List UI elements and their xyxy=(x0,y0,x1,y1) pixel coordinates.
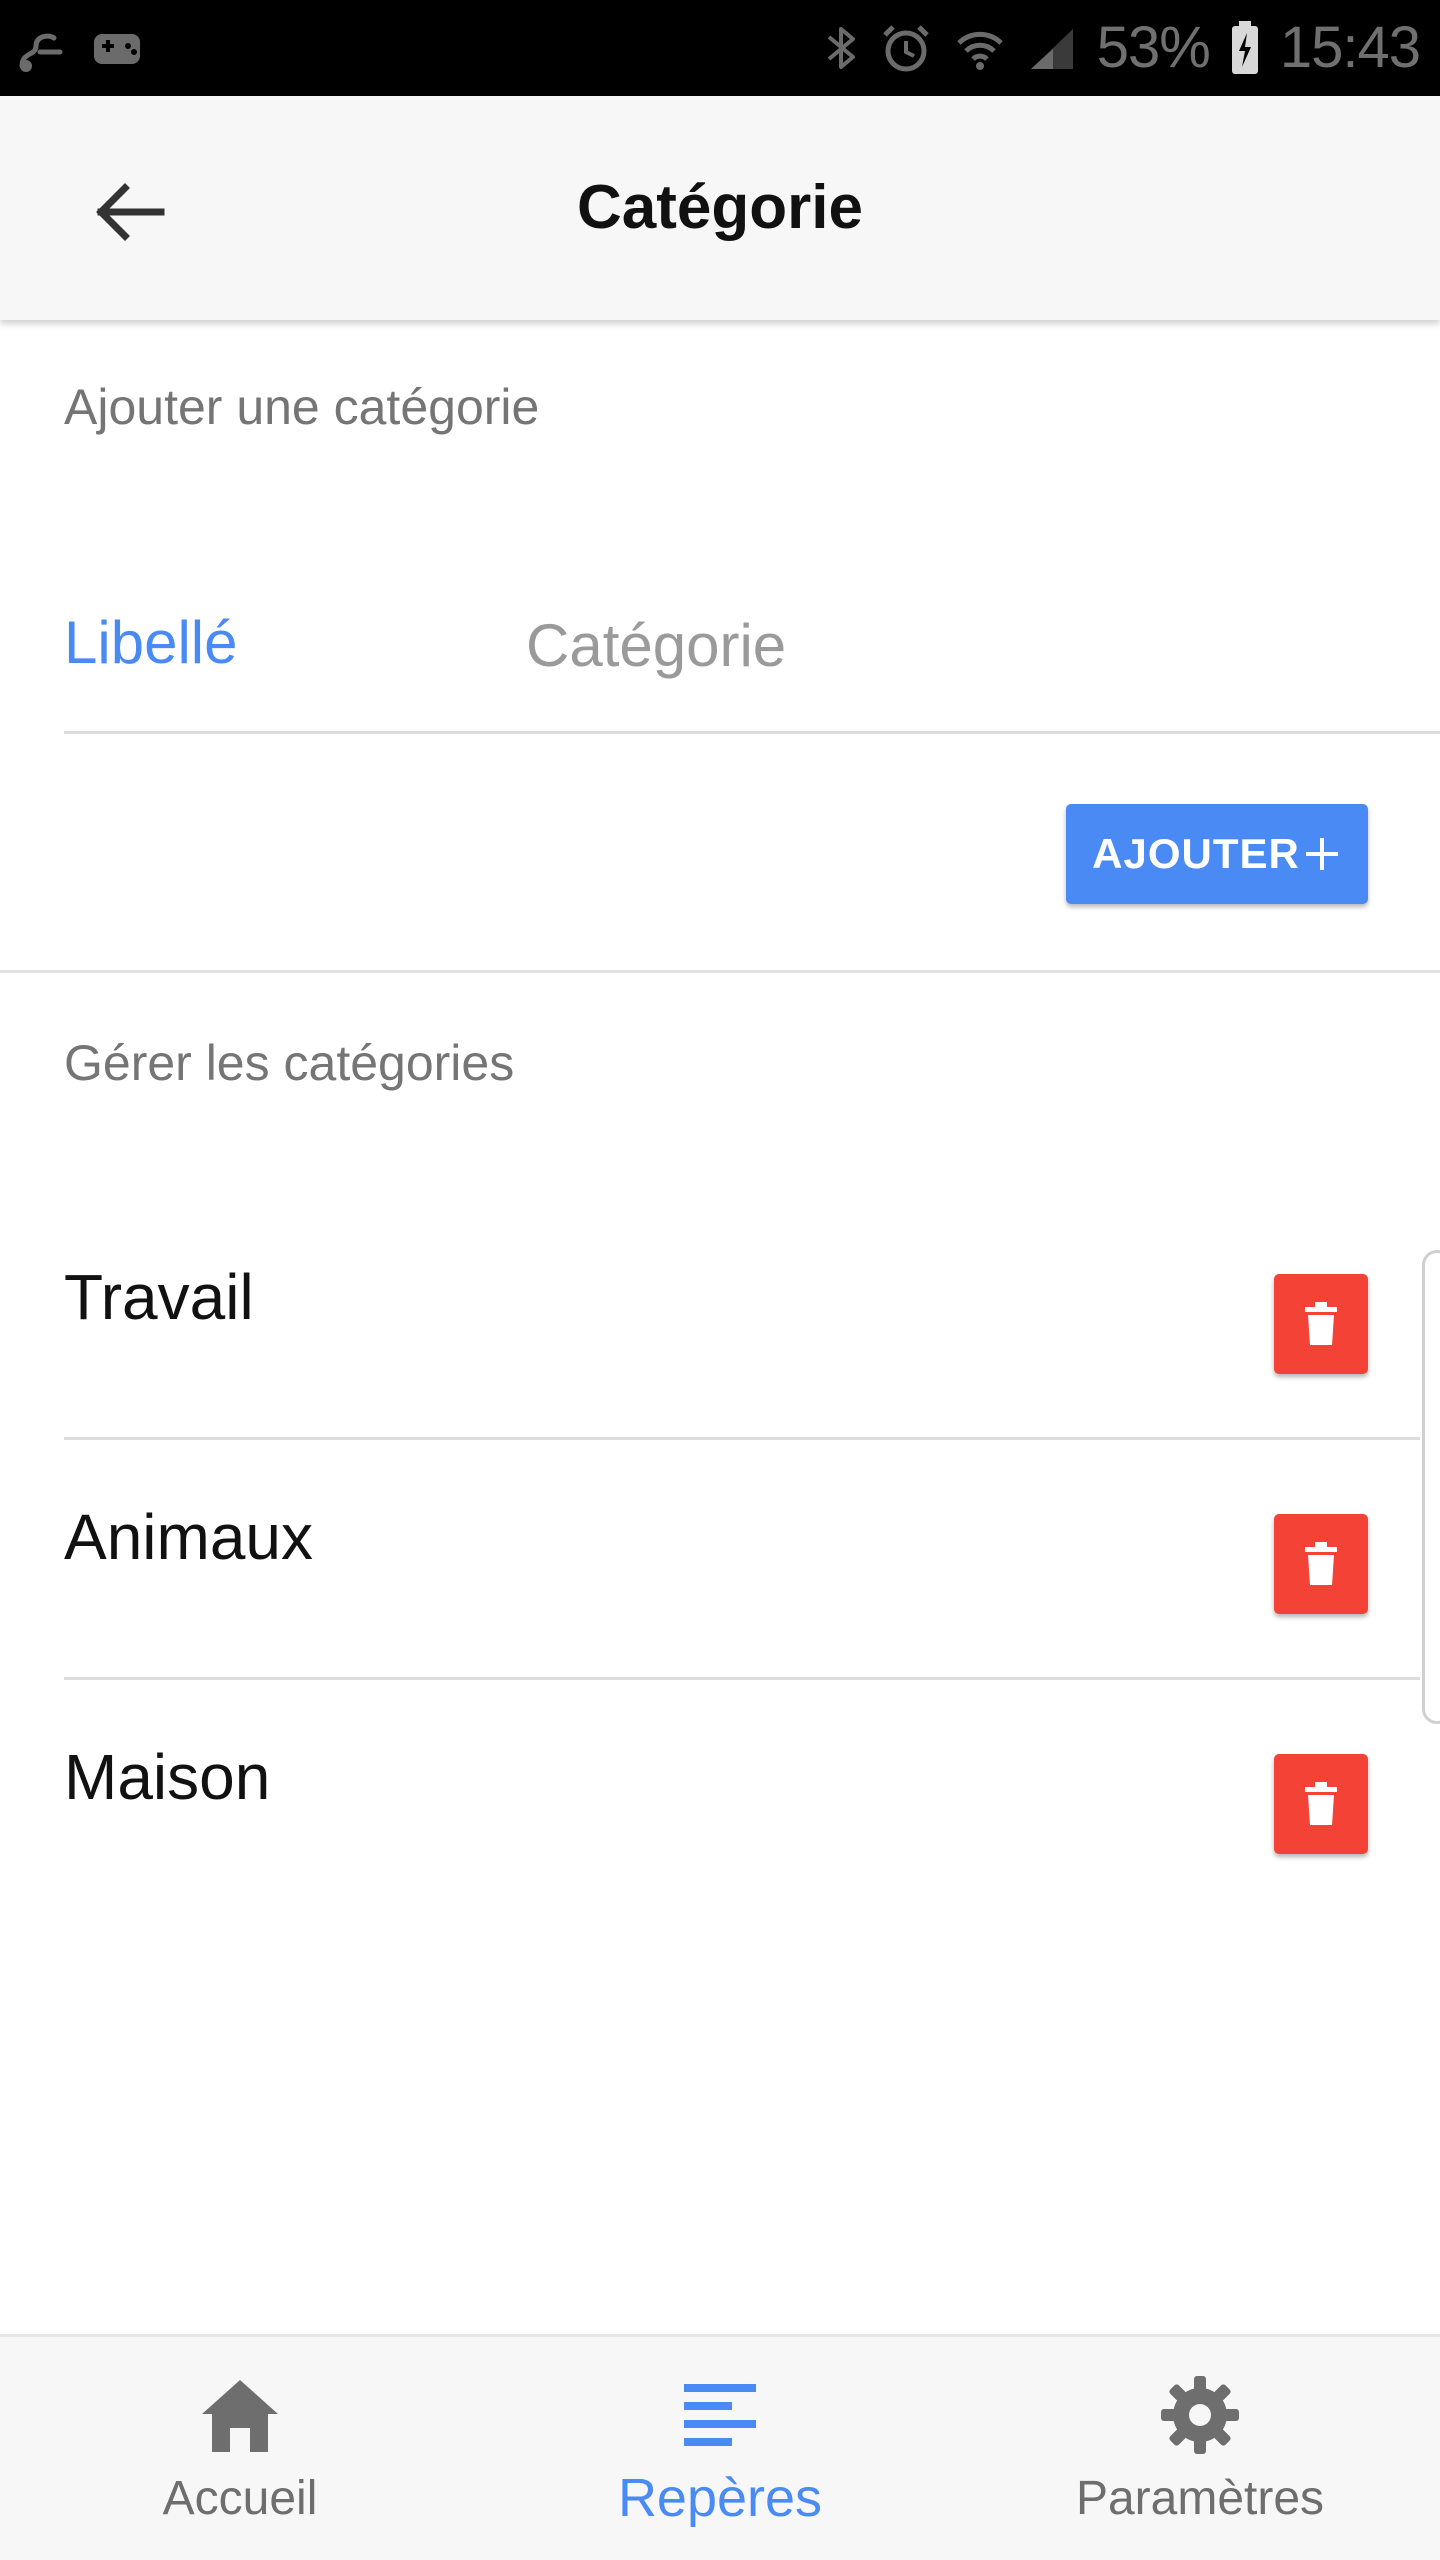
list-icon xyxy=(684,2384,756,2446)
add-button-label: AJOUTER xyxy=(1092,830,1300,877)
app-bar: Catégorie xyxy=(0,96,1440,320)
list-item: Maison xyxy=(64,1680,1420,1920)
gear-icon xyxy=(1161,2376,1239,2454)
category-input[interactable] xyxy=(526,600,1386,690)
nav-label: Repères xyxy=(617,2468,823,2528)
status-notification-icons xyxy=(14,22,148,76)
notification-app-icon xyxy=(19,33,63,72)
category-input-row: Libellé xyxy=(64,560,1440,734)
page-title: Catégorie xyxy=(577,173,863,242)
nav-item-reperes[interactable]: Repères xyxy=(480,2337,960,2560)
category-name: Maison xyxy=(64,1741,271,1813)
manage-categories-section-title: Gérer les catégories xyxy=(64,1035,515,1091)
status-time: 15:43 xyxy=(1279,15,1421,80)
edge-panel-handle[interactable] xyxy=(1422,1250,1440,1724)
plus-icon xyxy=(1305,838,1338,870)
arrow-left-icon xyxy=(96,183,165,241)
category-name: Animaux xyxy=(64,1501,313,1573)
nav-label: Paramètres xyxy=(1075,2472,1325,2525)
nav-item-parametres[interactable]: Paramètres xyxy=(960,2337,1440,2560)
category-input-label: Libellé xyxy=(64,609,238,676)
alarm-icon xyxy=(882,24,929,71)
gamepad-icon xyxy=(94,34,140,64)
bluetooth-icon xyxy=(827,26,855,69)
nav-item-accueil[interactable]: Accueil xyxy=(0,2337,480,2560)
battery-percentage: 53% xyxy=(1096,15,1211,80)
delete-category-button[interactable] xyxy=(1274,1514,1368,1614)
trash-icon xyxy=(1305,1302,1337,1345)
delete-category-button[interactable] xyxy=(1274,1274,1368,1374)
status-system-icons: 53% 15:43 xyxy=(825,14,1421,81)
home-icon xyxy=(202,2380,278,2452)
delete-category-button[interactable] xyxy=(1274,1754,1368,1854)
trash-icon xyxy=(1305,1542,1337,1585)
category-list: Travail Animaux Maison xyxy=(64,1200,1420,1920)
nav-label: Accueil xyxy=(162,2472,318,2525)
wifi-icon xyxy=(957,31,1003,70)
section-divider xyxy=(0,970,1440,973)
status-bar: 53% 15:43 xyxy=(0,0,1440,96)
add-category-section-title: Ajouter une catégorie xyxy=(64,379,540,435)
back-button[interactable] xyxy=(84,172,174,252)
list-item: Travail xyxy=(64,1200,1420,1440)
list-item: Animaux xyxy=(64,1440,1420,1680)
category-name: Travail xyxy=(64,1261,254,1333)
signal-icon xyxy=(1030,28,1073,69)
bottom-navigation: Accueil Repères Paramètres xyxy=(0,2334,1440,2560)
battery-charging-icon xyxy=(1231,20,1258,74)
screen: 53% 15:43 Catégorie Ajouter une catégori… xyxy=(0,0,1440,2560)
add-category-button[interactable]: AJOUTER xyxy=(1066,804,1368,904)
trash-icon xyxy=(1305,1782,1337,1825)
